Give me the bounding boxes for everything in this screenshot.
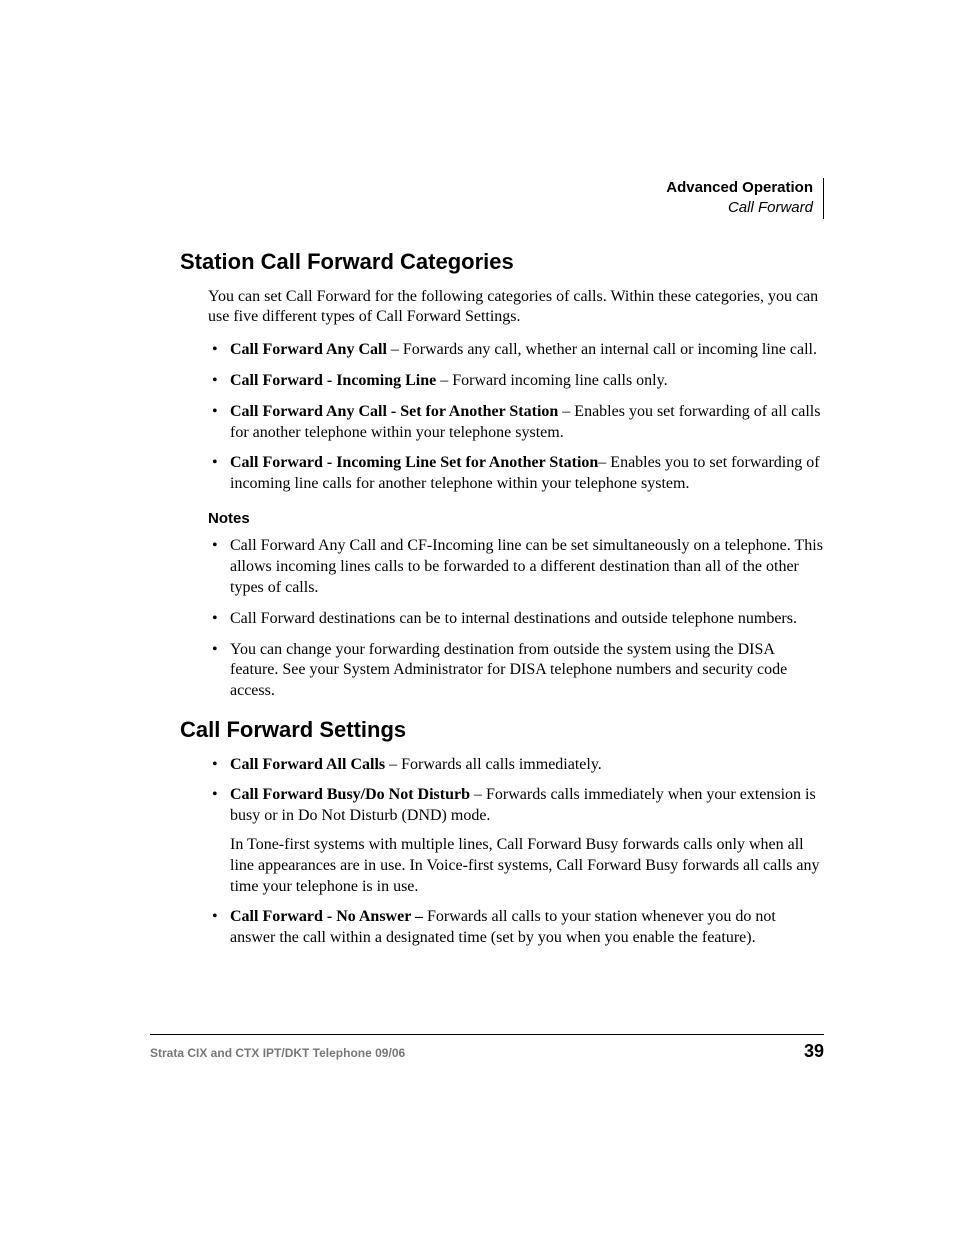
running-header: Advanced Operation Call Forward [666,178,824,219]
item-term: Call Forward - Incoming Line Set for Ano… [230,454,598,471]
note-text: Call Forward Any Call and CF-Incoming li… [230,537,823,596]
footer: Strata CIX and CTX IPT/DKT Telephone 09/… [150,1040,824,1063]
settings-list: Call Forward All Calls – Forwards all ca… [208,755,824,949]
list-item: Call Forward - No Answer – Forwards all … [208,907,824,949]
content: Station Call Forward Categories You can … [180,178,824,949]
list-item: Call Forward Any Call – Forwards any cal… [208,340,824,361]
item-sep: – [598,454,610,471]
list-item: Call Forward Busy/Do Not Disturb – Forwa… [208,785,824,897]
item-desc: Forwards all calls immediately. [401,756,602,773]
category-list: Call Forward Any Call – Forwards any cal… [208,340,824,495]
item-sep: – [558,403,574,420]
list-item: Call Forward Any Call - Set for Another … [208,402,824,444]
list-item: Call Forward All Calls – Forwards all ca… [208,755,824,776]
note-text: Call Forward destinations can be to inte… [230,610,797,627]
item-sep: – [387,341,403,358]
item-term: Call Forward - No Answer – [230,908,423,925]
header-chapter: Advanced Operation [666,178,813,198]
item-term: Call Forward Any Call - Set for Another … [230,403,558,420]
item-desc: Forward incoming line calls only. [452,372,667,389]
item-sep: – [470,786,486,803]
section-intro: You can set Call Forward for the followi… [208,287,824,329]
notes-heading: Notes [208,509,824,529]
list-item: Call Forward - Incoming Line Set for Ano… [208,453,824,495]
list-item: Call Forward destinations can be to inte… [208,609,824,630]
notes-list: Call Forward Any Call and CF-Incoming li… [208,536,824,702]
note-text: You can change your forwarding destinati… [230,641,787,700]
footer-rule [150,1034,824,1035]
section-heading: Station Call Forward Categories [180,248,824,277]
item-sep: – [385,756,401,773]
list-item: Call Forward - Incoming Line – Forward i… [208,371,824,392]
list-item: Call Forward Any Call and CF-Incoming li… [208,536,824,598]
list-item: You can change your forwarding destinati… [208,640,824,702]
item-term: Call Forward Busy/Do Not Disturb [230,786,470,803]
page: Advanced Operation Call Forward Station … [0,0,954,1235]
footer-doc-title: Strata CIX and CTX IPT/DKT Telephone 09/… [150,1046,405,1062]
item-term: Call Forward - Incoming Line [230,372,436,389]
item-desc: Forwards any call, whether an internal c… [403,341,817,358]
section-heading: Call Forward Settings [180,716,824,745]
item-term: Call Forward Any Call [230,341,387,358]
item-term: Call Forward All Calls [230,756,385,773]
item-sep: – [436,372,452,389]
footer-page-number: 39 [804,1040,824,1063]
header-section: Call Forward [666,198,813,218]
item-extra: In Tone-first systems with multiple line… [230,835,824,897]
